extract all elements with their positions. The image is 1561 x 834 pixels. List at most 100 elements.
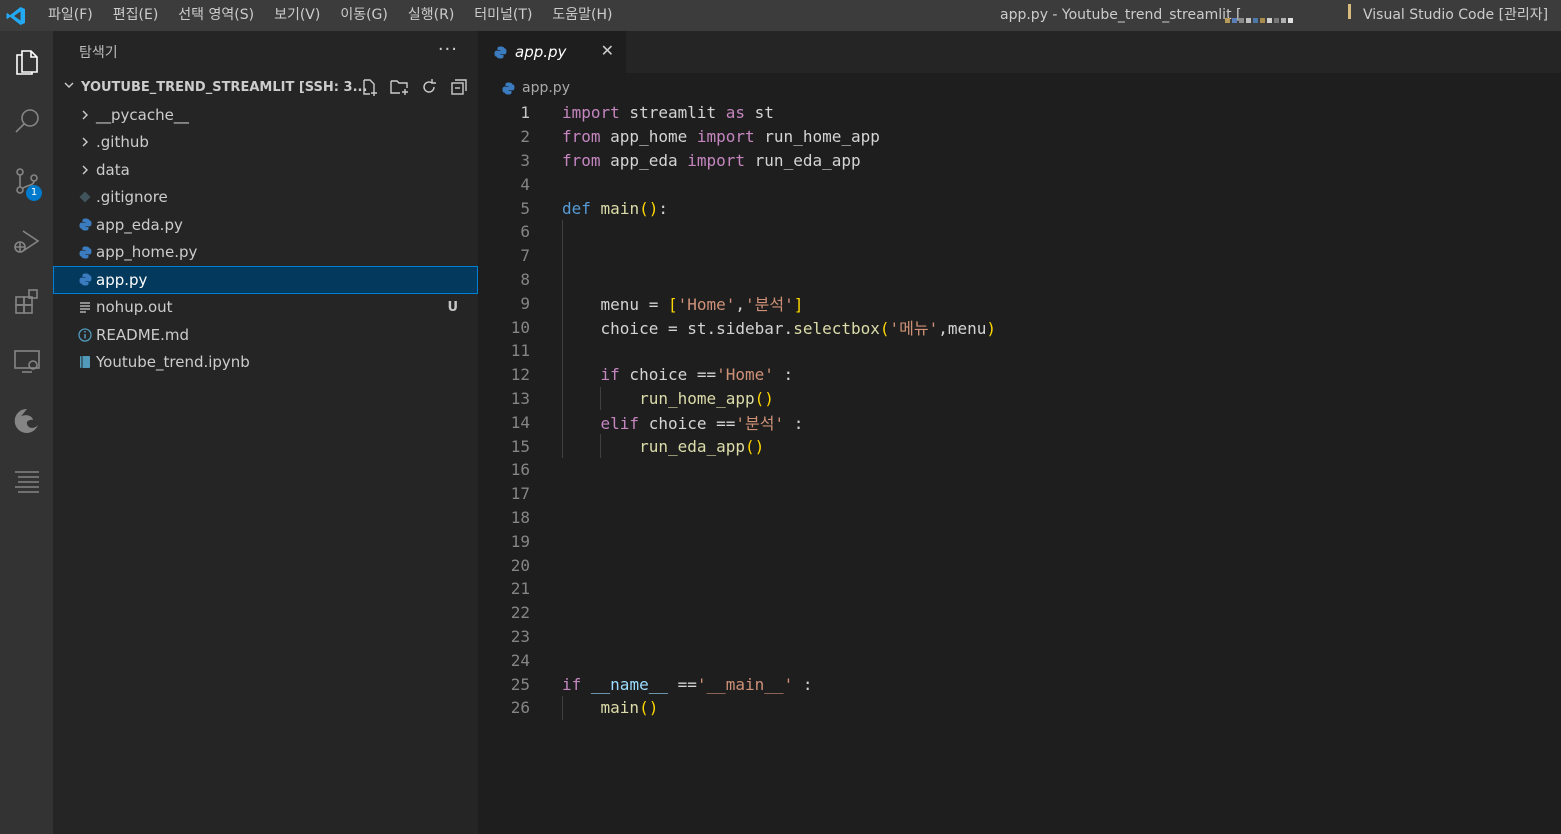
tab-app-py[interactable]: app.py ✕ — [478, 31, 626, 73]
line-number: 4 — [520, 174, 530, 194]
code-line: 19 — [478, 529, 1561, 553]
line-number: 17 — [510, 484, 530, 504]
code-line: 3 from app_eda import run_eda_app — [478, 149, 1561, 173]
chevron-right-icon — [75, 136, 95, 148]
menu-view[interactable]: 보기(V) — [264, 0, 330, 31]
code-line: 2 from app_home import run_home_app — [478, 125, 1561, 149]
line-number: 25 — [510, 674, 530, 694]
edge-icon[interactable] — [0, 397, 53, 445]
tree-item-label: .github — [96, 133, 149, 152]
line-number: 16 — [510, 460, 530, 480]
workspace-folder-name: YOUTUBE_TREND_STREAMLIT [SSH: 3... — [81, 79, 368, 95]
line-number: 10 — [510, 317, 530, 337]
title-separator — [1348, 4, 1351, 19]
line-number: 13 — [510, 388, 530, 408]
breadcrumb[interactable]: app.py — [478, 73, 1561, 103]
line-number: 8 — [520, 269, 530, 289]
line-number: 24 — [510, 650, 530, 670]
untracked-decoration: U — [447, 299, 458, 315]
tree-file-gitignore[interactable]: .gitignore — [53, 184, 478, 212]
window-title-text: app.py - Youtube_trend_streamlit [ — [1000, 7, 1242, 23]
menu-go[interactable]: 이동(G) — [330, 0, 398, 31]
code-line: 25 if __name__ =='__main__' : — [478, 672, 1561, 696]
new-folder-icon[interactable] — [388, 77, 410, 97]
search-icon[interactable] — [0, 97, 53, 145]
python-icon — [75, 246, 95, 259]
outline-icon[interactable] — [0, 457, 53, 505]
menu-edit[interactable]: 편집(E) — [103, 0, 169, 31]
tree-item-label: app.py — [96, 270, 148, 289]
remote-explorer-icon[interactable] — [0, 337, 53, 385]
tree-file-readme[interactable]: README.md — [53, 321, 478, 349]
tree-item-label: README.md — [96, 325, 190, 344]
tree-item-label: data — [96, 160, 130, 179]
tree-folder-data[interactable]: data — [53, 156, 478, 184]
info-icon — [75, 328, 95, 342]
redacted-host — [1225, 4, 1335, 23]
more-actions-button[interactable]: ··· — [438, 39, 458, 60]
python-icon — [502, 82, 515, 95]
menu-selection[interactable]: 선택 영역(S) — [168, 0, 264, 31]
menu-terminal[interactable]: 터미널(T) — [464, 0, 542, 31]
tree-file-app-home[interactable]: app_home.py — [53, 239, 478, 267]
refresh-icon[interactable] — [418, 77, 440, 97]
collapse-all-icon[interactable] — [448, 77, 470, 97]
line-number: 26 — [510, 698, 530, 718]
line-number: 2 — [520, 127, 530, 147]
chevron-down-icon — [53, 79, 77, 95]
app-name: Visual Studio Code [관리자] — [1363, 7, 1549, 23]
folder-actions — [358, 77, 470, 97]
activity-bar: 1 — [0, 31, 53, 834]
code-text: run_home_app() — [639, 388, 774, 408]
workspace-folder-header[interactable]: YOUTUBE_TREND_STREAMLIT [SSH: 3... — [53, 73, 478, 101]
scm-badge: 1 — [26, 185, 42, 201]
code-line: 14 elif choice =='분석' : — [478, 410, 1561, 435]
tree-item-label: app_home.py — [96, 243, 198, 262]
tree-file-app[interactable]: app.py — [53, 266, 478, 294]
tree-item-label: Youtube_trend.ipynb — [96, 353, 250, 372]
close-icon[interactable]: ✕ — [601, 41, 614, 60]
tree-file-notebook[interactable]: Youtube_trend.ipynb — [53, 349, 478, 377]
code-text: run_eda_app() — [639, 436, 765, 456]
explorer-icon[interactable] — [0, 37, 53, 85]
source-control-icon[interactable]: 1 — [0, 157, 53, 205]
new-file-icon[interactable] — [358, 77, 380, 97]
git-icon — [75, 191, 95, 203]
line-number: 15 — [510, 436, 530, 456]
line-number: 12 — [510, 365, 530, 385]
code-text: import streamlit as st — [562, 103, 774, 123]
code-line: 26 main() — [478, 695, 1561, 720]
line-number: 18 — [510, 507, 530, 527]
extensions-icon[interactable] — [0, 277, 53, 325]
run-debug-icon[interactable] — [0, 217, 53, 265]
tree-item-label: nohup.out — [96, 298, 173, 317]
text-file-icon — [75, 301, 95, 313]
tree-folder-github[interactable]: .github — [53, 129, 478, 157]
explorer-sidebar: 탐색기 ··· YOUTUBE_TREND_STREAMLIT [SSH: 3.… — [53, 31, 478, 834]
code-line: 10 choice = st.sidebar.selectbox('메뉴',me… — [478, 315, 1561, 339]
code-line: 7 — [478, 243, 1561, 268]
tree-file-nohup[interactable]: nohup.out U — [53, 294, 478, 322]
code-line: 5 def main(): — [478, 196, 1561, 220]
code-editor[interactable]: 1 import streamlit as st 2 from app_home i… — [478, 101, 1561, 720]
tree-folder-pycache[interactable]: __pycache__ — [53, 101, 478, 129]
line-number: 9 — [520, 293, 530, 313]
menu-run[interactable]: 실행(R) — [398, 0, 464, 31]
tree-file-app-eda[interactable]: app_eda.py — [53, 211, 478, 239]
line-number: 5 — [520, 198, 530, 218]
code-text: main() — [600, 698, 659, 718]
title-bar: 파일(F) 편집(E) 선택 영역(S) 보기(V) 이동(G) 실행(R) 터… — [0, 0, 1561, 31]
code-line: 15 run_eda_app() — [478, 434, 1561, 458]
line-number: 14 — [510, 412, 530, 432]
indent-guide — [562, 219, 563, 244]
menu-help[interactable]: 도움말(H) — [542, 0, 622, 31]
tab-bar: app.py ✕ — [478, 31, 1561, 73]
code-line: 24 — [478, 648, 1561, 672]
line-number: 6 — [520, 222, 530, 242]
indent-guide — [562, 267, 563, 292]
code-line: 22 — [478, 601, 1561, 625]
menu-file[interactable]: 파일(F) — [38, 0, 103, 31]
code-line: 4 — [478, 172, 1561, 196]
code-text: menu = ['Home','분석'] — [562, 295, 804, 315]
line-number: 19 — [510, 531, 530, 551]
